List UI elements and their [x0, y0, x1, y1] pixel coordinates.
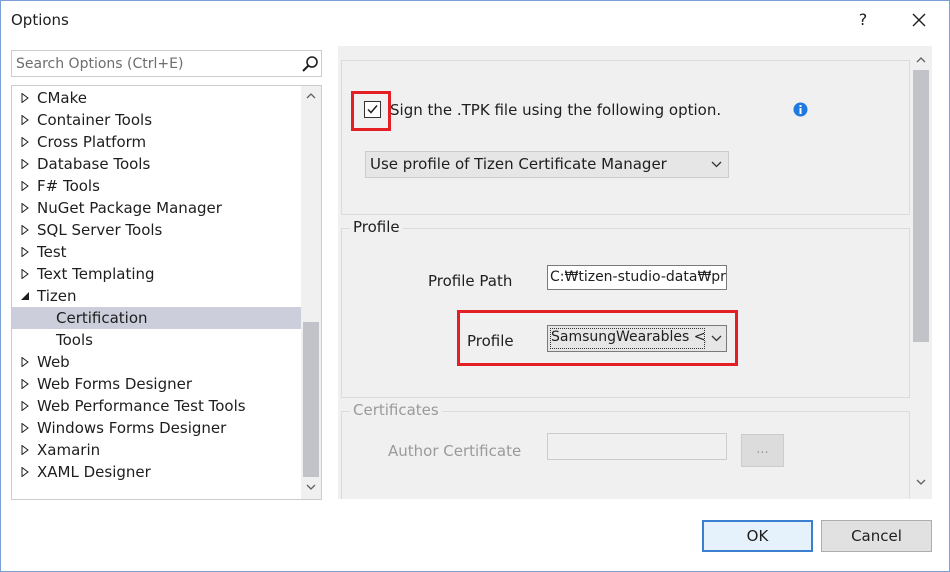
chevron-down-icon [711, 335, 722, 342]
expanded-arrow-icon[interactable] [20, 291, 30, 301]
browse-author-button[interactable]: ... [741, 434, 784, 467]
tree-scroll-thumb[interactable] [303, 322, 319, 477]
tree-item-label: Container Tools [37, 111, 153, 129]
scroll-up-icon[interactable] [916, 57, 926, 63]
tree-item-database-tools[interactable]: Database Tools [12, 153, 301, 175]
tree-item-xamarin[interactable]: Xamarin [12, 439, 301, 461]
tree-item-cmake[interactable]: CMake [12, 87, 301, 109]
checkbox-highlight [351, 91, 391, 131]
tree-item-label: Cross Platform [37, 133, 147, 151]
search-icon[interactable] [301, 55, 319, 73]
settings-scrollbar[interactable] [910, 46, 932, 499]
settings-pane: Profile Certificates Sign the .TPK file … [338, 46, 932, 499]
search-box [11, 50, 322, 77]
tree-item-xaml-designer[interactable]: XAML Designer [12, 461, 301, 483]
collapsed-arrow-icon[interactable] [20, 269, 30, 279]
tree-item-nuget-package-manager[interactable]: NuGet Package Manager [12, 197, 301, 219]
tree-item-cross-platform[interactable]: Cross Platform [12, 131, 301, 153]
info-icon[interactable] [793, 102, 808, 117]
close-icon [912, 13, 926, 27]
tree-item-label: Web [37, 353, 70, 371]
sign-tpk-label[interactable]: Sign the .TPK file using the following o… [390, 101, 721, 119]
tree-item-text-templating[interactable]: Text Templating [12, 263, 301, 285]
tree-item-f-tools[interactable]: F# Tools [12, 175, 301, 197]
profile-select-value: SamsungWearables </ [551, 329, 706, 345]
collapsed-arrow-icon[interactable] [20, 357, 30, 367]
signing-option-select[interactable]: Use profile of Tizen Certificate Manager [365, 151, 729, 178]
tree-item-sql-server-tools[interactable]: SQL Server Tools [12, 219, 301, 241]
scroll-up-icon[interactable] [306, 93, 316, 99]
tree-list: CMake Container Tools Cross Platform Databa… [12, 87, 301, 483]
tree-item-label: F# Tools [37, 177, 100, 195]
collapsed-arrow-icon[interactable] [20, 445, 30, 455]
options-dialog: Options ? CMake Container Tools Cross Plat… [0, 0, 950, 572]
collapsed-arrow-icon[interactable] [20, 115, 30, 125]
signing-option-value: Use profile of Tizen Certificate Manager [370, 155, 667, 173]
collapsed-arrow-icon[interactable] [20, 401, 30, 411]
settings-scroll-thumb[interactable] [913, 70, 929, 342]
profile-path-label: Profile Path [428, 272, 513, 290]
collapsed-arrow-icon[interactable] [20, 467, 30, 477]
scroll-down-icon[interactable] [916, 479, 926, 485]
profile-group-legend: Profile [350, 218, 403, 236]
tree-item-label: Windows Forms Designer [37, 419, 227, 437]
cancel-button[interactable]: Cancel [821, 520, 932, 552]
tree-item-label: Tools [56, 331, 93, 349]
tree-item-label: SQL Server Tools [37, 221, 163, 239]
tree-item-label: Certification [56, 309, 148, 327]
profile-select[interactable]: SamsungWearables </ [547, 325, 727, 352]
tree-item-certification[interactable]: Certification [12, 307, 301, 329]
chevron-down-icon [711, 161, 722, 168]
tree-item-label: Database Tools [37, 155, 151, 173]
author-certificate-label: Author Certificate [388, 442, 522, 460]
close-button[interactable] [901, 5, 937, 35]
tree-item-tools[interactable]: Tools [12, 329, 301, 351]
tree-item-label: Xamarin [37, 441, 101, 459]
scroll-down-icon[interactable] [306, 484, 316, 490]
certificates-group-legend: Certificates [350, 401, 442, 419]
signing-group [341, 60, 910, 215]
tree-item-test[interactable]: Test [12, 241, 301, 263]
collapsed-arrow-icon[interactable] [20, 93, 30, 103]
tree-item-windows-forms-designer[interactable]: Windows Forms Designer [12, 417, 301, 439]
ok-button[interactable]: OK [702, 520, 813, 552]
tree-item-web-forms-designer[interactable]: Web Forms Designer [12, 373, 301, 395]
tree-item-label: Test [37, 243, 67, 261]
tree-item-label: Web Forms Designer [37, 375, 193, 393]
tree-item-label: Text Templating [37, 265, 155, 283]
collapsed-arrow-icon[interactable] [20, 423, 30, 433]
tree-item-label: CMake [37, 89, 87, 107]
collapsed-arrow-icon[interactable] [20, 181, 30, 191]
help-button[interactable]: ? [847, 5, 879, 35]
profile-path-field[interactable]: C:₩tizen-studio-data₩pro [547, 265, 727, 290]
tree-item-label: XAML Designer [37, 463, 151, 481]
options-tree: CMake Container Tools Cross Platform Databa… [11, 85, 322, 500]
tree-item-web-performance-test-tools[interactable]: Web Performance Test Tools [12, 395, 301, 417]
collapsed-arrow-icon[interactable] [20, 247, 30, 257]
tree-item-label: NuGet Package Manager [37, 199, 222, 217]
window-title: Options [11, 11, 69, 29]
collapsed-arrow-icon[interactable] [20, 159, 30, 169]
tree-item-container-tools[interactable]: Container Tools [12, 109, 301, 131]
tree-item-label: Web Performance Test Tools [37, 397, 246, 415]
author-certificate-field[interactable] [547, 433, 727, 460]
tree-scrollbar[interactable] [301, 86, 321, 499]
collapsed-arrow-icon[interactable] [20, 203, 30, 213]
title-bar: Options ? [1, 1, 949, 39]
tree-item-label: Tizen [37, 287, 77, 305]
search-input[interactable] [16, 53, 296, 74]
tree-item-tizen[interactable]: Tizen [12, 285, 301, 307]
collapsed-arrow-icon[interactable] [20, 137, 30, 147]
collapsed-arrow-icon[interactable] [20, 379, 30, 389]
collapsed-arrow-icon[interactable] [20, 225, 30, 235]
tree-item-web[interactable]: Web [12, 351, 301, 373]
